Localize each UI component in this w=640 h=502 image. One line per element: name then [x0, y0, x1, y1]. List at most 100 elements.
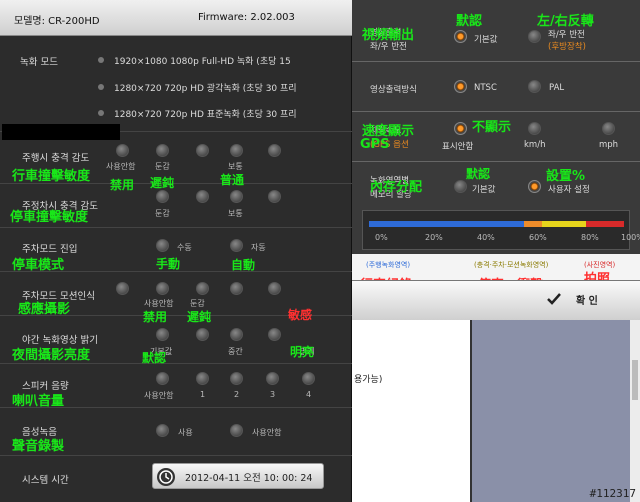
ann-voice: 聲音錄製	[12, 439, 65, 454]
ann-auto: 自動	[231, 258, 256, 272]
speed-radio-mph[interactable]	[602, 122, 615, 135]
watermark: #112317	[589, 487, 636, 500]
voice-radio-off[interactable]	[230, 424, 243, 437]
park-entry-opt-manual: 수동	[177, 243, 192, 252]
legend-drive: (주행녹화영역)	[366, 261, 411, 269]
speaker-radio-2[interactable]	[230, 372, 243, 385]
park-impact-radio-4[interactable]	[268, 190, 281, 203]
drive-impact-radio-1[interactable]	[116, 144, 129, 157]
ann-flip: 左/右反轉	[537, 14, 594, 29]
night-radio-1[interactable]	[156, 328, 169, 341]
speed-opt-kmh: km/h	[524, 140, 546, 150]
speaker-radio-4[interactable]	[302, 372, 315, 385]
ann-default-r: 默認	[456, 14, 483, 29]
pal-radio[interactable]	[528, 80, 541, 93]
night-radio-2[interactable]	[196, 328, 209, 341]
confirm-button[interactable]: 확 인	[540, 287, 630, 313]
video-out-opt-flip: 좌/우 반전	[548, 30, 585, 40]
ann-park-mode: 停車模式	[12, 258, 65, 273]
drive-impact-radio-4[interactable]	[230, 144, 243, 157]
park-impact-radio-1[interactable]	[156, 190, 169, 203]
drive-impact-label: 주행시 충격 감도	[22, 153, 90, 164]
confirm-label: 확 인	[576, 296, 598, 307]
tick-60: 60%	[529, 233, 547, 242]
speaker-radio-3[interactable]	[266, 372, 279, 385]
park-impact-opt-mid: 보통	[228, 209, 243, 218]
bar-drive-segment	[369, 221, 524, 227]
legend-event: (충격·주차·모션녹화영역)	[474, 261, 549, 269]
record-mode-option-3: 1280×720 720p HD 표준녹화 (초당 30 프리	[114, 110, 297, 120]
drive-impact-radio-5[interactable]	[268, 144, 281, 157]
speed-opt-hide: 표시안함	[442, 142, 474, 152]
record-mode-option-2: 1280×720 720p HD 광각녹화 (초당 30 프리	[114, 84, 297, 94]
memory-opt-default: 기본값	[472, 185, 496, 195]
scrollbar-thumb[interactable]	[632, 360, 638, 400]
ann-night: 夜間攝影亮度	[12, 348, 91, 363]
park-entry-radio-manual[interactable]	[156, 239, 169, 252]
park-entry-label: 주차모드 진입	[22, 244, 78, 255]
voice-opt-on: 사용	[178, 428, 193, 437]
speed-radio-hide[interactable]	[454, 122, 467, 135]
ntsc-label: NTSC	[474, 83, 497, 93]
ann-hide: 不顯示	[472, 120, 512, 135]
speaker-radio-off[interactable]	[156, 372, 169, 385]
park-impact-radio-3[interactable]	[230, 190, 243, 203]
video-out-radio-flip[interactable]	[528, 30, 541, 43]
drive-impact-radio-3[interactable]	[196, 144, 209, 157]
ann-bright: 明亮	[290, 345, 315, 359]
memory-allocation-bar: 0% 20% 40% 60% 80% 100%	[362, 210, 640, 250]
left-settings-panel: 모델명: CR-200HD Firmware: 2.02.003 녹화 모드 1…	[0, 0, 352, 502]
ann-video-out: 視頻輸出	[362, 28, 415, 43]
park-motion-radio-5[interactable]	[268, 282, 281, 295]
park-entry-opt-auto: 자동	[251, 243, 266, 252]
memory-opt-custom: 사용자 설정	[548, 185, 590, 195]
park-motion-radio-4[interactable]	[230, 282, 243, 295]
record-mode-label: 녹화 모드	[20, 57, 58, 68]
ann-speaker: 喇叭音量	[12, 394, 65, 409]
system-time-button[interactable]: 2012-04-11 오전 10: 00: 24	[152, 463, 324, 489]
video-out-radio-default[interactable]	[454, 30, 467, 43]
park-impact-radio-2[interactable]	[196, 190, 209, 203]
speaker-opt-2: 2	[234, 390, 240, 399]
background-panel	[470, 320, 630, 502]
memory-radio-custom[interactable]	[528, 180, 541, 193]
ann-default-mem: 默認	[466, 167, 491, 181]
pal-label: PAL	[549, 83, 565, 93]
park-impact-opt-low: 둔감	[155, 209, 170, 218]
park-motion-radio-3[interactable]	[196, 282, 209, 295]
speaker-opt-off: 사용안함	[144, 391, 174, 400]
confirm-bar: 확 인	[352, 280, 640, 320]
bar-handle[interactable]	[524, 221, 542, 227]
scrollbar[interactable]	[630, 320, 640, 502]
video-out-opt-flip-sub: (후방장착)	[548, 42, 586, 52]
ann-drive-impact: 行車撞擊敏度	[12, 169, 91, 184]
park-motion-radio-2[interactable]	[156, 282, 169, 295]
voice-radio-on[interactable]	[156, 424, 169, 437]
record-mode-row: 녹화 모드 1920×1080 1080p Full-HD 녹화 (초당 15 …	[0, 36, 352, 132]
drive-impact-radio-2[interactable]	[156, 144, 169, 157]
ntsc-radio[interactable]	[454, 80, 467, 93]
bar-photo-segment	[586, 221, 624, 227]
record-mode-radio-1[interactable]	[98, 57, 104, 63]
speed-radio-kmh[interactable]	[528, 122, 541, 135]
record-mode-radio-2[interactable]	[98, 84, 104, 90]
tick-0: 0%	[375, 233, 388, 242]
firmware-version: Firmware: 2.02.003	[198, 12, 295, 23]
clock-icon	[157, 468, 175, 486]
speaker-opt-4: 4	[306, 390, 312, 399]
ann-manual: 手動	[156, 257, 181, 271]
speaker-radio-1[interactable]	[196, 372, 209, 385]
park-entry-radio-auto[interactable]	[230, 239, 243, 252]
voice-opt-off: 사용안함	[252, 428, 282, 437]
speaker-opt-3: 3	[270, 390, 276, 399]
system-time-row: 시스템 시간 2012-04-11 오전 10: 00: 24	[0, 456, 352, 502]
drive-impact-opt-off: 사용안함	[106, 162, 136, 171]
window-text-fragment: 용가능)	[354, 375, 383, 385]
night-radio-3[interactable]	[230, 328, 243, 341]
bar-event-segment	[542, 221, 586, 227]
night-radio-4[interactable]	[268, 328, 281, 341]
record-mode-radio-3[interactable]	[98, 110, 104, 116]
park-motion-radio-1[interactable]	[116, 282, 129, 295]
video-method-row: 영상출력방식 NTSC PAL	[352, 62, 640, 112]
device-header: 모델명: CR-200HD Firmware: 2.02.003	[0, 0, 352, 36]
